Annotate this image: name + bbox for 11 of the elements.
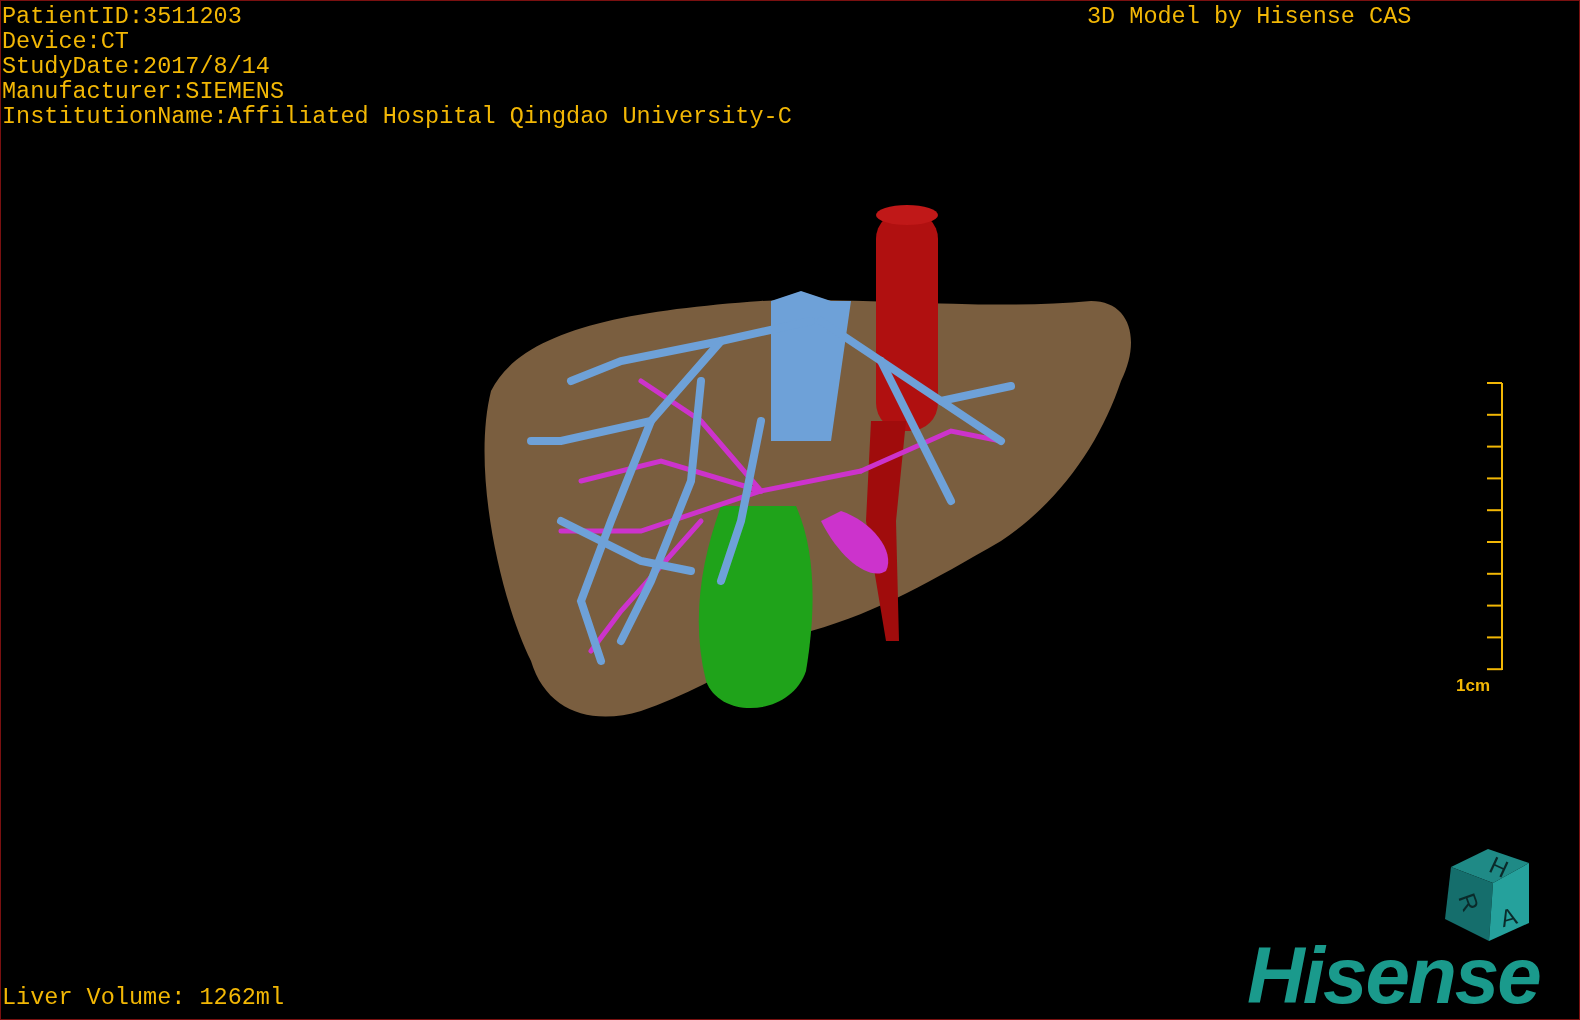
info-line: Device:CT [2,29,130,54]
liver-volume: Liver Volume: 1262ml [2,985,285,1010]
info-line: InstitutionName:Affiliated Hospital Qingdao University-C [2,104,792,129]
model-title: 3D Model by Hisense CAS [1087,4,1412,29]
scale-label: 1cm [1456,675,1491,697]
cube-face-letter: H [1485,851,1513,883]
info-line: Manufacturer:SIEMENS [2,79,286,104]
info-line: StudyDate:2017/8/14 [2,54,271,79]
cube-face-letter: R [1453,889,1485,916]
cube-face-letter: A [1497,901,1520,933]
info-line: PatientID:3511203 [2,4,243,29]
